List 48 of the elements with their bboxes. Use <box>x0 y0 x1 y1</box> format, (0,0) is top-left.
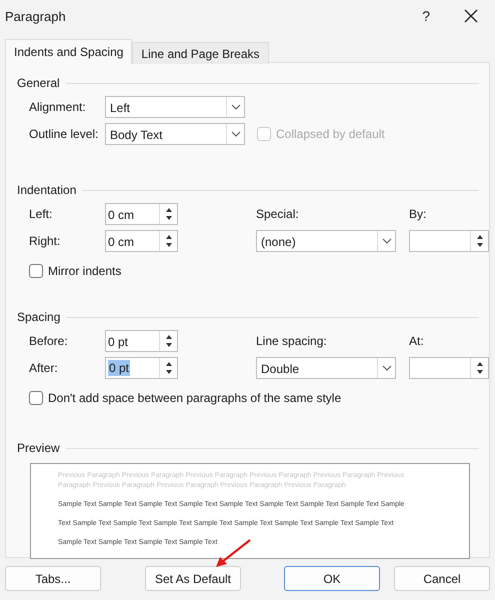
tab[interactable]: Line and Page Breaks <box>132 42 269 64</box>
close-icon[interactable] <box>464 9 478 23</box>
chevron-icon <box>382 365 392 371</box>
section-heading: Indentation <box>17 183 76 197</box>
dialog-button[interactable]: Tabs... <box>5 566 101 591</box>
spin-field[interactable] <box>409 357 489 379</box>
spin-arrows-icon <box>476 360 484 376</box>
spin-field[interactable]: 0 cm <box>105 203 178 225</box>
spin-field[interactable] <box>409 230 489 252</box>
checkbox-label: Mirror indents <box>48 264 122 278</box>
window-title: Paragraph <box>5 8 67 24</box>
field-label: Left: <box>29 207 54 221</box>
field-label: By: <box>409 207 426 221</box>
chevron-icon <box>382 238 392 244</box>
checkbox-label: Collapsed by default <box>276 127 385 141</box>
dropdown[interactable]: Body Text <box>105 123 245 145</box>
section-heading: Preview <box>17 441 60 455</box>
field-label: Outline level: <box>29 127 100 141</box>
field-label: After: <box>29 361 59 375</box>
dropdown[interactable]: Left <box>105 96 245 118</box>
dialog-button[interactable]: Set As Default <box>145 566 241 591</box>
chevron-icon <box>230 131 240 137</box>
field-label: Alignment: <box>29 100 87 114</box>
spin-field[interactable]: 0 pt <box>105 357 178 379</box>
dialog-button[interactable]: Cancel <box>394 566 490 591</box>
spin-arrows-icon <box>164 206 172 222</box>
field-label: Right: <box>29 234 62 248</box>
spin-arrows-icon <box>164 233 172 249</box>
field-label: Line spacing: <box>256 334 328 348</box>
field-label: Before: <box>29 334 69 348</box>
field-label: Special: <box>256 207 300 221</box>
spin-arrows-icon <box>164 333 172 349</box>
checkbox-label: Don't add space between paragraphs of the same style <box>48 391 342 405</box>
section-heading: General <box>17 76 60 90</box>
section-heading: Spacing <box>17 310 60 324</box>
dropdown[interactable]: (none) <box>256 230 396 252</box>
spin-field[interactable]: 0 pt <box>105 330 178 352</box>
dialog-button[interactable]: OK <box>284 566 380 591</box>
dropdown[interactable]: Double <box>256 357 396 379</box>
spin-arrows-icon <box>476 233 484 249</box>
checkbox[interactable] <box>29 264 43 278</box>
spin-field[interactable]: 0 cm <box>105 230 178 252</box>
spin-arrows-icon <box>164 360 172 376</box>
help-button[interactable]: ? <box>422 8 430 24</box>
tab[interactable]: Indents and Spacing <box>5 39 132 64</box>
checkbox[interactable] <box>29 391 43 405</box>
field-label: At: <box>409 334 424 348</box>
chevron-icon <box>230 104 240 110</box>
